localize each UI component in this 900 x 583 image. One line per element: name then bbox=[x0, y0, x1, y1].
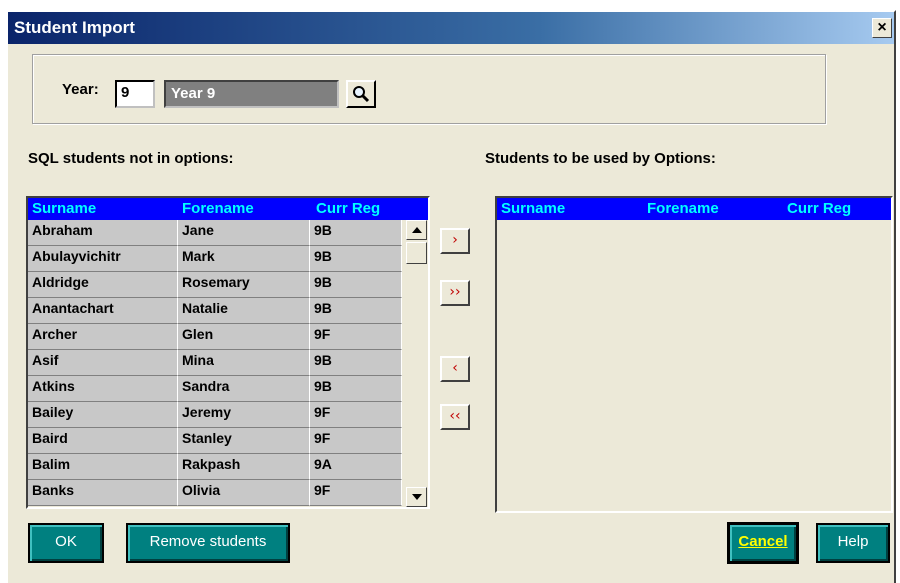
right-list-caption: Students to be used by Options: bbox=[485, 150, 716, 167]
left-col-forename[interactable]: Forename bbox=[182, 200, 254, 217]
cell-curr-reg: 9B bbox=[310, 246, 402, 272]
right-col-surname[interactable]: Surname bbox=[501, 200, 565, 217]
cell-forename: Stanley bbox=[178, 428, 310, 454]
title-bar: Student Import × bbox=[8, 12, 894, 44]
cell-forename: Jeremy bbox=[178, 402, 310, 428]
cancel-button[interactable]: Cancel bbox=[727, 522, 799, 564]
remove-one-button[interactable]: ‹ bbox=[440, 356, 470, 382]
cell-surname: Banks bbox=[28, 480, 178, 506]
cell-forename: Olivia bbox=[178, 480, 310, 506]
cell-surname: Anantachart bbox=[28, 298, 178, 324]
cell-surname: Baird bbox=[28, 428, 178, 454]
remove-all-button[interactable]: ‹‹ bbox=[440, 404, 470, 430]
magnifier-icon bbox=[353, 86, 370, 103]
right-student-list[interactable]: Surname Forename Curr Reg bbox=[495, 196, 893, 513]
cell-curr-reg: 9F bbox=[310, 480, 402, 506]
cell-forename: Jane bbox=[178, 220, 310, 246]
cell-curr-reg: 9B bbox=[310, 220, 402, 246]
cell-curr-reg: 9A bbox=[310, 454, 402, 480]
ok-button[interactable]: OK bbox=[28, 523, 104, 563]
add-one-button[interactable]: › bbox=[440, 228, 470, 254]
window-title: Student Import bbox=[14, 18, 135, 37]
scroll-thumb[interactable] bbox=[406, 242, 427, 264]
cell-curr-reg: 9F bbox=[310, 324, 402, 350]
right-list-header: Surname Forename Curr Reg bbox=[497, 198, 891, 220]
right-col-curr-reg[interactable]: Curr Reg bbox=[787, 200, 851, 217]
cell-curr-reg: 9B bbox=[310, 272, 402, 298]
scroll-down-button[interactable] bbox=[406, 487, 427, 507]
cell-forename: Rakpash bbox=[178, 454, 310, 480]
left-student-list[interactable]: Surname Forename Curr Reg Abraham Jane 9B A… bbox=[26, 196, 430, 509]
cell-curr-reg: 9F bbox=[310, 402, 402, 428]
cell-surname: Bailey bbox=[28, 402, 178, 428]
cell-curr-reg: 9B bbox=[310, 298, 402, 324]
left-list-scrollbar[interactable] bbox=[406, 220, 428, 507]
add-all-button[interactable]: ›› bbox=[440, 280, 470, 306]
cell-forename: Natalie bbox=[178, 298, 310, 324]
cell-forename: Mina bbox=[178, 350, 310, 376]
scroll-up-button[interactable] bbox=[406, 220, 427, 240]
cell-forename: Sandra bbox=[178, 376, 310, 402]
year-name-display: Year 9 bbox=[164, 80, 339, 108]
cell-surname: Aldridge bbox=[28, 272, 178, 298]
left-list-header: Surname Forename Curr Reg bbox=[28, 198, 428, 220]
lookup-button[interactable] bbox=[346, 80, 376, 108]
left-list-caption: SQL students not in options: bbox=[28, 150, 234, 167]
left-col-surname[interactable]: Surname bbox=[32, 200, 96, 217]
remove-students-button[interactable]: Remove students bbox=[126, 523, 290, 563]
cell-curr-reg: 9B bbox=[310, 376, 402, 402]
close-button[interactable]: × bbox=[872, 18, 892, 38]
cell-surname: Atkins bbox=[28, 376, 178, 402]
cell-surname: Asif bbox=[28, 350, 178, 376]
cell-forename: Mark bbox=[178, 246, 310, 272]
arrow-down-icon bbox=[411, 494, 422, 500]
cell-curr-reg: 9B bbox=[310, 350, 402, 376]
arrow-up-icon bbox=[411, 227, 422, 233]
year-input[interactable]: 9 bbox=[115, 80, 155, 108]
cell-forename: Rosemary bbox=[178, 272, 310, 298]
cell-surname: Abulayvichitr bbox=[28, 246, 178, 272]
cell-surname: Abraham bbox=[28, 220, 178, 246]
cell-surname: Balim bbox=[28, 454, 178, 480]
cell-forename: Glen bbox=[178, 324, 310, 350]
cell-curr-reg: 9F bbox=[310, 428, 402, 454]
cell-surname: Archer bbox=[28, 324, 178, 350]
help-button[interactable]: Help bbox=[816, 523, 890, 563]
left-col-curr-reg[interactable]: Curr Reg bbox=[316, 200, 380, 217]
year-label: Year: bbox=[62, 81, 99, 98]
right-col-forename[interactable]: Forename bbox=[647, 200, 719, 217]
